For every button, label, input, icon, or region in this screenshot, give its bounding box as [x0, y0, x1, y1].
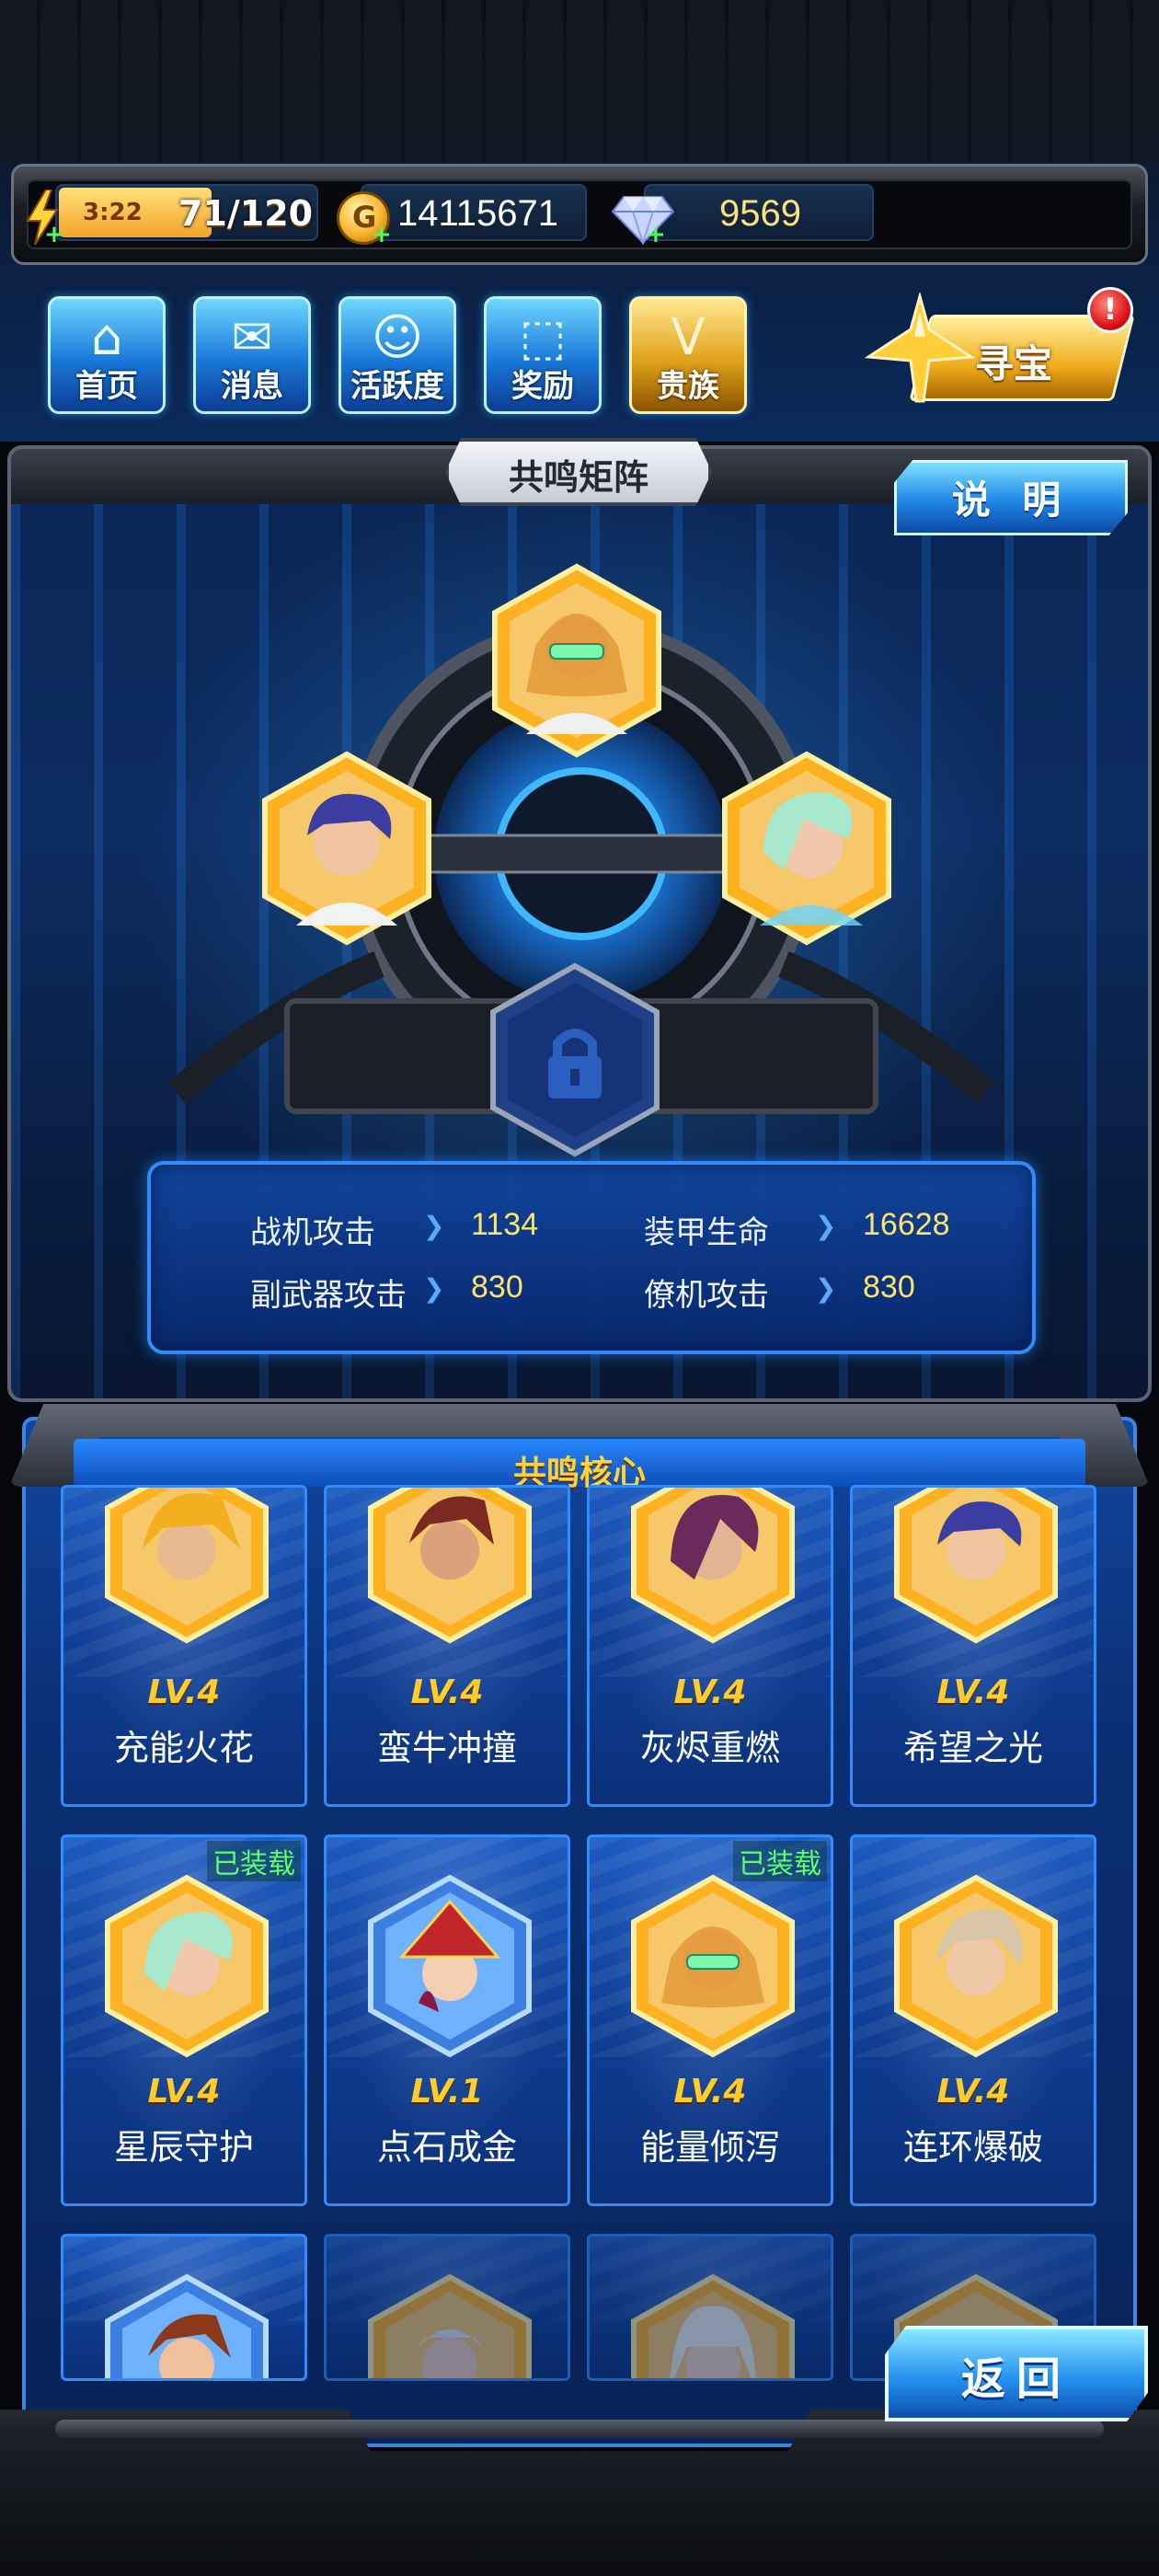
card-name: 连环爆破	[902, 2127, 1043, 2168]
top-vent-grille	[0, 0, 1159, 161]
card-level: LV.4	[936, 2073, 1010, 2110]
card-name: 点石成金	[376, 2127, 517, 2168]
card-level: LV.4	[410, 1673, 484, 1711]
stat-name: 战机攻击	[250, 1214, 375, 1251]
chevron-right-icon: ❯	[815, 1273, 837, 1304]
nav-reward-button[interactable]: ⬚ 奖励	[484, 296, 602, 414]
card-name: 希望之光	[902, 1728, 1043, 1768]
portrait-icon	[631, 1874, 795, 2058]
gem-display[interactable]: 9569	[644, 184, 874, 241]
gem-value: 9569	[719, 193, 801, 234]
energy-timer: 3:22	[83, 199, 143, 226]
stat-value: 830	[863, 1270, 915, 1305]
card-level: LV.4	[147, 1673, 221, 1711]
card-level: LV.4	[936, 1673, 1010, 1711]
nav-message-label: 消息	[221, 368, 283, 405]
nav-activity-label: 活跃度	[350, 368, 444, 405]
nav-home-label: 首页	[75, 368, 138, 405]
gold-value: 14115671	[397, 193, 558, 234]
card-name: 星辰守护	[113, 2127, 254, 2168]
portrait-icon	[105, 2273, 269, 2378]
stat-name: 副武器攻击	[250, 1277, 407, 1314]
explain-button-label: 说 明	[951, 477, 1071, 523]
portrait-icon	[105, 1874, 269, 2058]
nav-reward-label: 奖励	[511, 368, 574, 405]
nav-vip-label: 贵族	[657, 368, 719, 405]
add-gold-icon[interactable]: +	[372, 223, 392, 247]
equipped-tag: 已装载	[733, 1841, 827, 1881]
portrait-icon	[631, 2273, 795, 2378]
card-level: LV.4	[673, 1673, 747, 1711]
core-card[interactable]	[587, 2234, 833, 2381]
portrait-icon	[368, 2273, 532, 2378]
add-energy-icon[interactable]: +	[44, 223, 64, 247]
energy-display[interactable]: 3:22 71/120	[55, 184, 318, 241]
notification-badge: !	[1087, 287, 1133, 333]
chevron-right-icon: ❯	[423, 1273, 445, 1304]
matrix-slot-right[interactable]	[719, 751, 894, 946]
fighter-jet-icon	[865, 293, 975, 403]
stat-name: 僚机攻击	[644, 1277, 769, 1314]
nav-home-button[interactable]: ⌂ 首页	[48, 296, 166, 414]
matrix-slot-top[interactable]	[489, 563, 664, 758]
portrait-icon	[894, 1874, 1058, 2058]
card-level: LV.1	[410, 2073, 484, 2110]
energy-value: 71/120	[178, 193, 314, 234]
treasure-label: 寻宝	[975, 341, 1053, 386]
portrait-icon	[894, 1488, 1058, 1644]
chevron-right-icon: ❯	[423, 1211, 445, 1241]
core-card[interactable]: LV.4 充能火花	[61, 1485, 307, 1807]
core-card[interactable]	[324, 2234, 570, 2381]
home-icon: ⌂	[90, 308, 123, 366]
portrait-icon	[631, 1488, 795, 1644]
core-card[interactable]: LV.1 点石成金	[324, 1834, 570, 2206]
matrix-title: 共鸣矩阵	[508, 457, 648, 498]
chevron-right-icon: ❯	[815, 1211, 837, 1241]
add-gem-icon[interactable]: +	[646, 223, 666, 247]
lock-icon	[545, 1045, 604, 1110]
matrix-slot-left[interactable]	[259, 751, 434, 946]
card-name: 充能火花	[113, 1728, 254, 1768]
core-card[interactable]: LV.4 连环爆破	[850, 1834, 1096, 2206]
core-card[interactable]: LV.4 蛮牛冲撞	[324, 1485, 570, 1807]
portrait-icon	[368, 1488, 532, 1644]
vip-icon: V	[671, 308, 706, 366]
gift-icon: ⬚	[519, 308, 567, 366]
core-card[interactable]: 已装载 LV.4 星辰守护	[61, 1834, 307, 2206]
core-card[interactable]: LV.4 灰烬重燃	[587, 1485, 833, 1807]
stat-name: 装甲生命	[644, 1214, 769, 1251]
core-card[interactable]: LV.4 希望之光	[850, 1485, 1096, 1807]
card-level: LV.4	[147, 2073, 221, 2110]
gold-display[interactable]: 14115671	[361, 184, 587, 241]
stats-panel: 战机攻击 ❯ 1134 装甲生命 ❯ 16628 副武器攻击 ❯ 830 僚机攻…	[147, 1161, 1036, 1354]
portrait-icon	[105, 1488, 269, 1644]
equipped-tag: 已装载	[207, 1841, 301, 1881]
portrait-icon	[368, 1874, 532, 2058]
stat-value: 1134	[471, 1207, 539, 1242]
card-name: 蛮牛冲撞	[376, 1728, 517, 1768]
nav-message-button[interactable]: ✉ 消息	[193, 296, 311, 414]
bottom-rail	[55, 2420, 1104, 2438]
back-button-label: 返回	[960, 2353, 1072, 2405]
stat-value: 16628	[863, 1207, 950, 1242]
core-card[interactable]	[61, 2234, 307, 2381]
activity-icon: ☺	[371, 308, 424, 366]
stat-value: 830	[471, 1270, 523, 1305]
nav-vip-button[interactable]: V 贵族	[629, 296, 747, 414]
card-name: 能量倾泻	[639, 2127, 780, 2168]
nav-activity-button[interactable]: ☺ 活跃度	[339, 296, 456, 414]
card-level: LV.4	[673, 2073, 747, 2110]
core-card[interactable]: 已装载 LV.4 能量倾泻	[587, 1834, 833, 2206]
message-icon: ✉	[231, 308, 273, 366]
card-name: 灰烬重燃	[639, 1728, 780, 1768]
